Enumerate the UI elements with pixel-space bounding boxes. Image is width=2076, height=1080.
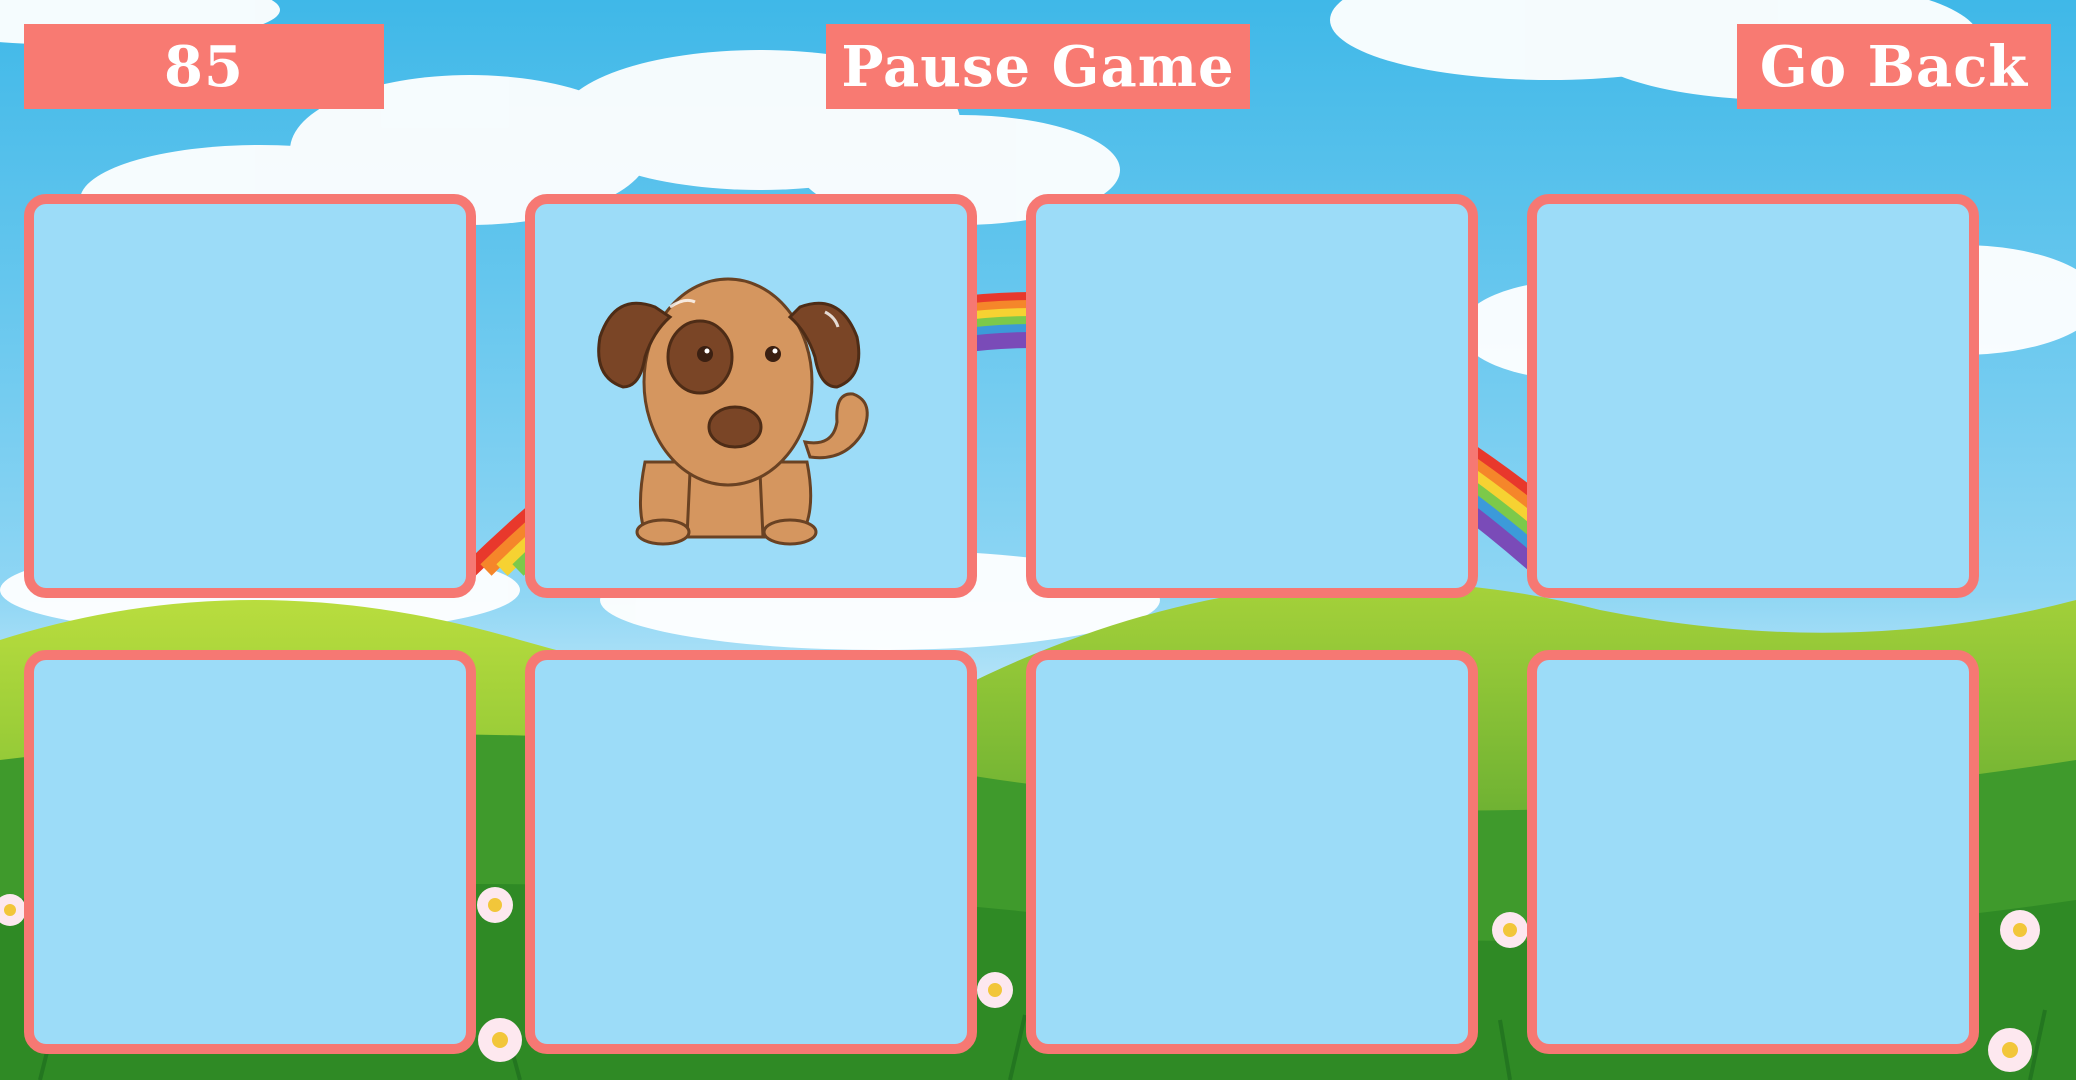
go-back-label: Go Back xyxy=(1759,33,2029,100)
memory-card-3[interactable] xyxy=(1026,194,1478,598)
memory-card-2[interactable] xyxy=(525,194,977,598)
memory-card-8[interactable] xyxy=(1527,650,1979,1054)
go-back-button[interactable]: Go Back xyxy=(1737,24,2051,109)
memory-card-1[interactable] xyxy=(24,194,476,598)
memory-card-6[interactable] xyxy=(525,650,977,1054)
score-display: 85 xyxy=(24,24,384,109)
pause-game-label: Pause Game xyxy=(841,33,1235,100)
memory-card-4[interactable] xyxy=(1527,194,1979,598)
dog-icon xyxy=(597,277,869,546)
pause-game-button[interactable]: Pause Game xyxy=(826,24,1250,109)
memory-card-5[interactable] xyxy=(24,650,476,1054)
memory-card-7[interactable] xyxy=(1026,650,1478,1054)
score-value: 85 xyxy=(164,33,244,100)
